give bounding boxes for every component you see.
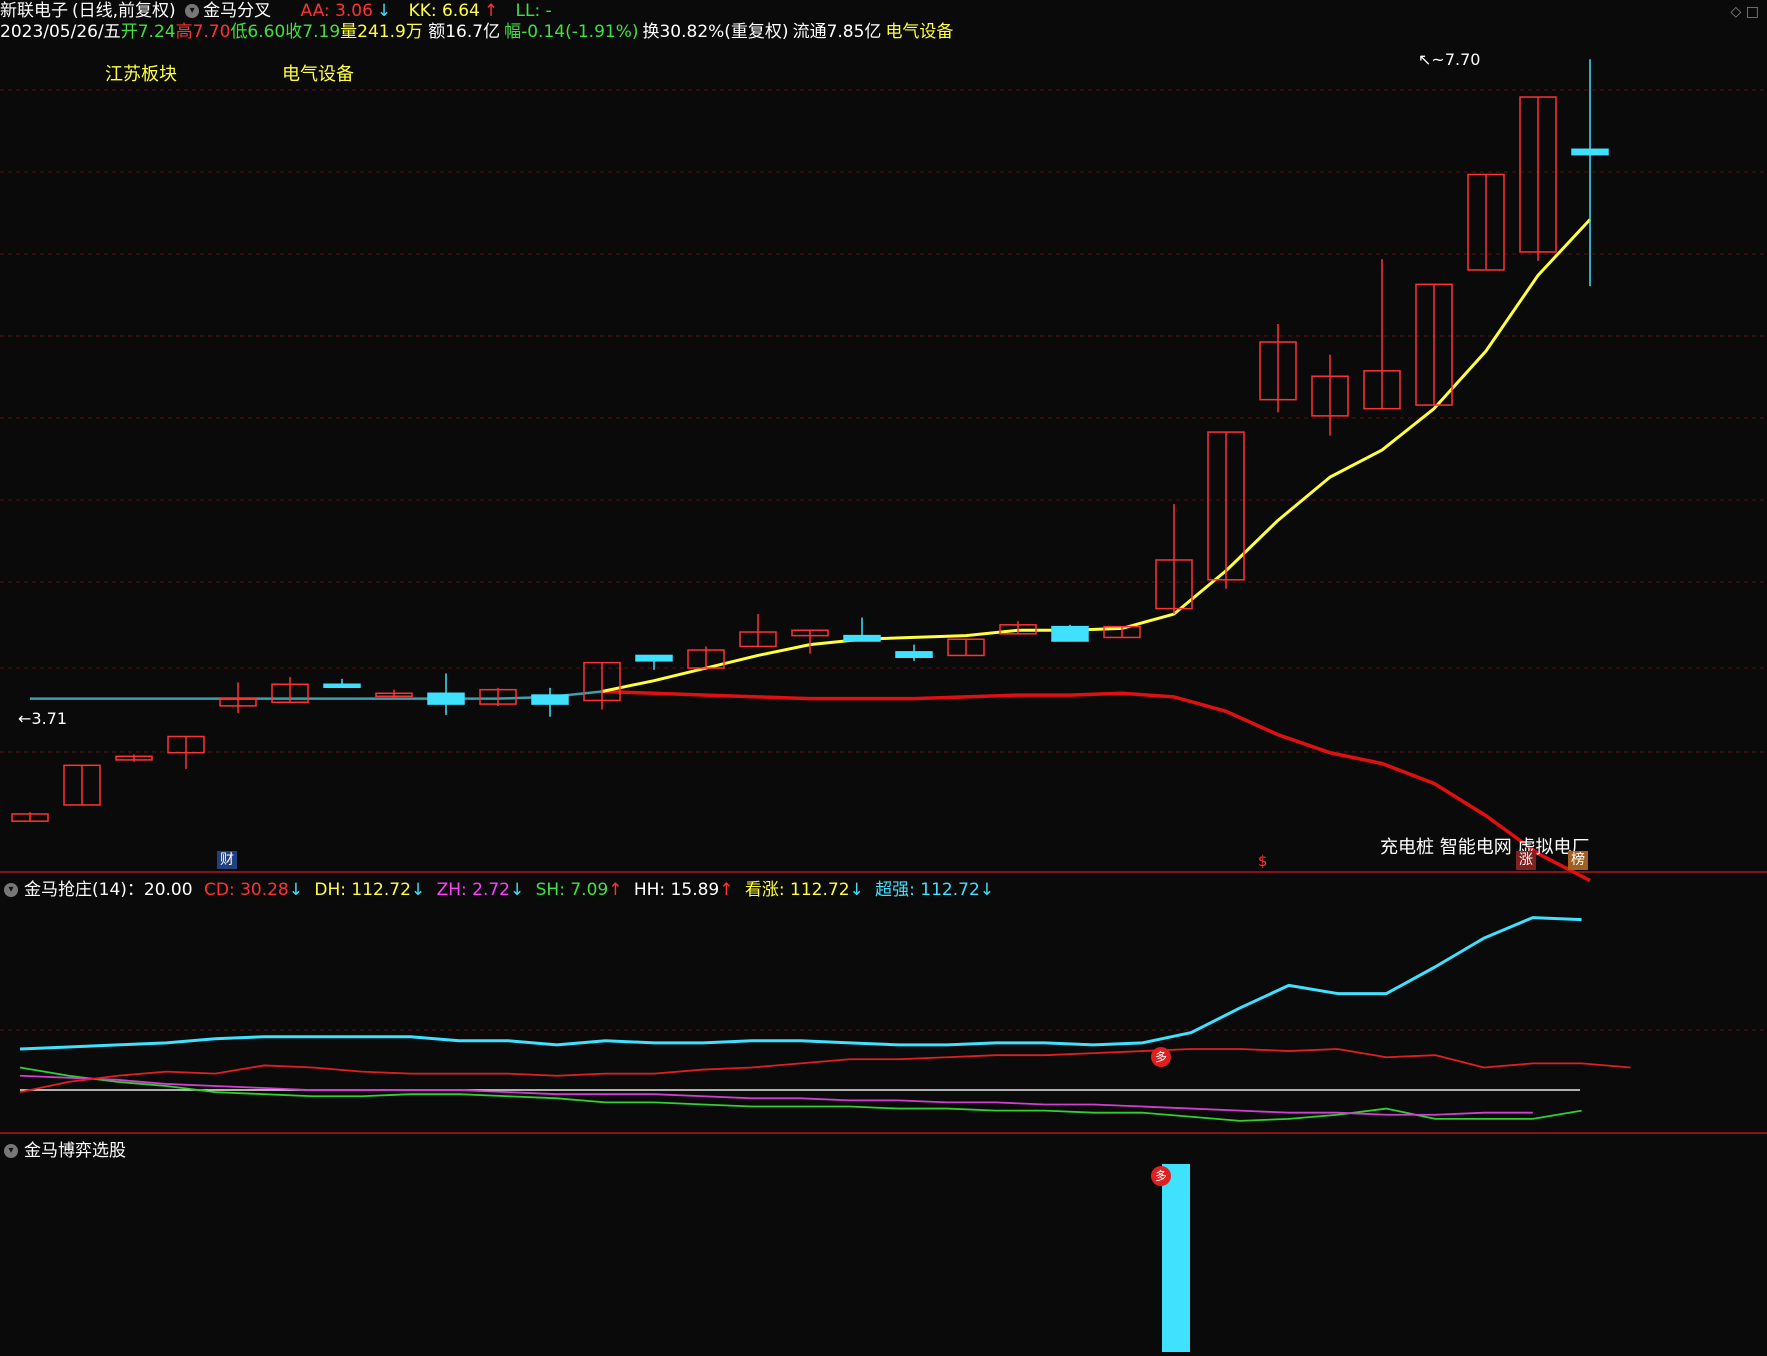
- panel3-title[interactable]: 金马博弈选股: [24, 1141, 126, 1161]
- panel3-signal-marker[interactable]: 多: [1151, 1166, 1171, 1186]
- change: 幅-0.14(-1.91%): [504, 22, 639, 42]
- zh-value: ZH: 2.72: [436, 880, 510, 900]
- panel2-title[interactable]: 金马抢庄(14)：20.00: [24, 880, 193, 900]
- cd-value: CD: 30.28: [203, 880, 289, 900]
- min-price-label: ←3.71: [18, 709, 68, 728]
- down-arrow-icon: ↓: [849, 880, 864, 900]
- candle-body: [1571, 148, 1609, 156]
- zh-line: [19, 1074, 1533, 1116]
- volume: 量241.9万: [340, 22, 423, 42]
- float-shares: 流通7.85亿: [792, 22, 882, 42]
- candle-body: [1051, 625, 1089, 642]
- up-arrow-icon: ↑: [483, 1, 499, 21]
- max-price-value: 7.70: [1444, 50, 1481, 69]
- period: (日线,前复权): [72, 1, 176, 21]
- open: 开7.24: [120, 22, 176, 42]
- amount: 额16.7亿: [428, 22, 501, 42]
- sh-value: SH: 7.09: [535, 880, 609, 900]
- yellow-ma-line: [601, 218, 1592, 693]
- date: 2023/05/26/五: [0, 22, 121, 42]
- limit-up-marker[interactable]: 涨: [1516, 851, 1536, 870]
- high: 高7.70: [175, 22, 231, 42]
- down-arrow-icon: ↓: [410, 880, 426, 900]
- concept-tags[interactable]: 充电桩 智能电网 虚拟电厂: [1380, 833, 1589, 859]
- ll-value: LL: -: [515, 1, 552, 21]
- finance-marker[interactable]: 财: [217, 851, 237, 869]
- moving-average-lines: [30, 218, 1592, 883]
- ranking-marker[interactable]: 榜: [1568, 851, 1588, 870]
- candle-body: [531, 694, 569, 705]
- candle-body: [427, 692, 465, 705]
- down-arrow-icon: ↓: [979, 880, 995, 900]
- cd-line: [19, 1048, 1631, 1094]
- sector-tag[interactable]: 电气设备: [282, 60, 354, 86]
- chaoqiang-value: 超强: 112.72: [875, 880, 980, 900]
- region-tag[interactable]: 江苏板块: [105, 60, 177, 86]
- indicator-name[interactable]: 金马分叉: [203, 1, 271, 21]
- signal-bar: [1162, 1164, 1190, 1352]
- close: 收7.19: [285, 22, 341, 42]
- dollar-marker[interactable]: $: [1258, 852, 1268, 870]
- aa-value: AA: 3.06: [300, 1, 373, 21]
- panel3-bars: [1162, 1164, 1190, 1352]
- down-arrow-icon: ↓: [509, 880, 525, 900]
- max-price-label: ↖~7.70: [1418, 50, 1481, 69]
- window-controls[interactable]: ◇ □: [1731, 4, 1759, 20]
- dropdown-icon[interactable]: ▾: [185, 4, 200, 18]
- panel3-dropdown-icon[interactable]: ▾: [4, 1144, 18, 1158]
- kk-value: KK: 6.64: [408, 1, 480, 21]
- hh-value: HH: 15.89: [633, 880, 720, 900]
- chaoqiang-line: [19, 916, 1582, 1051]
- candle-body: [895, 651, 933, 658]
- chart-canvas: [0, 59, 1767, 1352]
- kanzhang-value: 看涨: 112.72: [744, 880, 850, 900]
- candle-body: [323, 683, 361, 689]
- min-price-value: 3.71: [31, 709, 68, 728]
- low: 低6.60: [230, 22, 286, 42]
- industry[interactable]: 电气设备: [885, 22, 953, 42]
- dh-value: DH: 112.72: [314, 880, 411, 900]
- panel2-dropdown-icon[interactable]: ▾: [4, 883, 18, 897]
- turnover: 换30.82%(重复权): [642, 22, 789, 42]
- up-arrow-icon: ↑: [719, 880, 734, 900]
- candle-body: [635, 654, 673, 662]
- panel2-signal-marker[interactable]: 多: [1151, 1047, 1171, 1067]
- candle-body: [843, 634, 881, 642]
- candlestick-series: [11, 59, 1609, 822]
- up-arrow-icon: ↑: [608, 880, 623, 900]
- header-row-2: 2023/05/26/五开7.24高7.70低6.60收7.19量241.9万 …: [0, 21, 957, 43]
- down-arrow-icon: ↓: [288, 880, 303, 900]
- header-row-1: 新联电子 (日线,前复权) ▾ 金马分叉 AA: 3.06 ↓ KK: 6.64 ↑ L…: [0, 0, 556, 22]
- panel2-header: ▾ 金马抢庄(14)：20.00 CD: 30.28↓ DH: 112.72↓ Z…: [4, 875, 994, 900]
- down-arrow-icon: ↓: [376, 1, 392, 21]
- stock-name[interactable]: 新联电子: [0, 1, 68, 21]
- panel3-header: ▾ 金马博弈选股: [4, 1136, 126, 1161]
